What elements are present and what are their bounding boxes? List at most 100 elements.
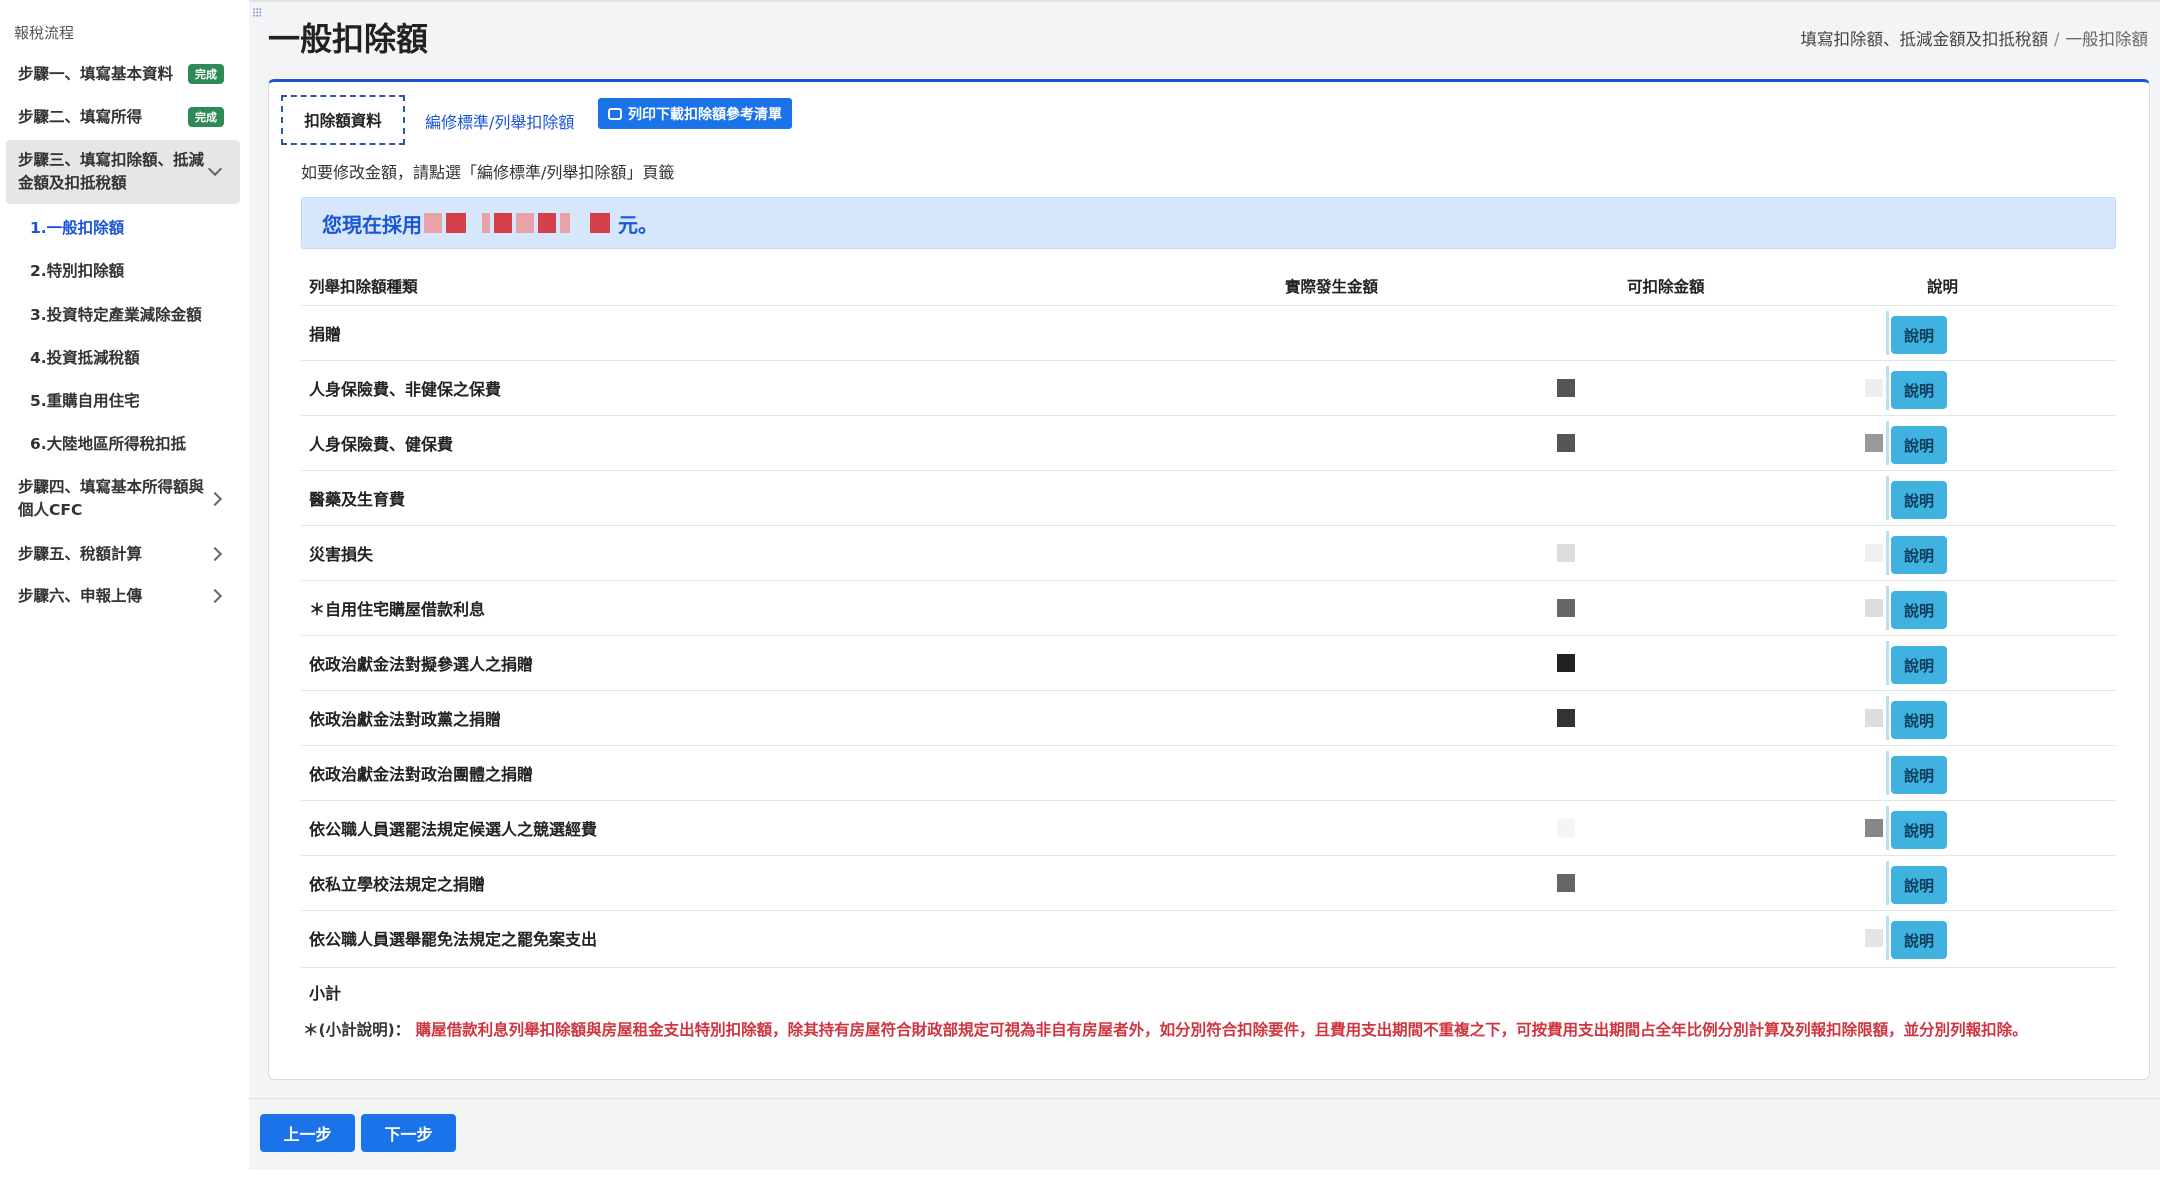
explain-button[interactable]: 說明 — [1891, 591, 1947, 629]
next-step-button[interactable]: 下一步 — [361, 1114, 456, 1152]
header-explain: 說明 — [1927, 278, 1959, 296]
sidebar-sub-item-investment-credit[interactable]: 4.投資抵減稅額 — [30, 346, 140, 368]
sidebar-step-5[interactable]: 步驟五、稅額計算 — [6, 540, 240, 568]
redacted-block — [1865, 819, 1883, 837]
explain-button[interactable]: 說明 — [1891, 426, 1947, 464]
table-row: 依私立學校法規定之捐贈 說明 — [301, 855, 2116, 910]
redacted-block — [538, 213, 556, 233]
sidebar-sub-item-general-deduction[interactable]: 1.一般扣除額 — [30, 216, 124, 238]
chevron-right-icon — [207, 546, 223, 562]
breadcrumb-separator: / — [2053, 30, 2060, 49]
deduction-category-label: 捐贈 — [309, 325, 342, 344]
redacted-block — [1865, 929, 1883, 947]
edit-hint: 如要修改金額，請點選「編修標準/列舉扣除額」頁籤 — [301, 163, 675, 182]
table-row: 依公職人員選罷法規定候選人之競選經費 說明 — [301, 800, 2116, 855]
table-row: 依政治獻金法對政治團體之捐贈 說明 — [301, 745, 2116, 800]
breadcrumb-parent[interactable]: 填寫扣除額、抵減金額及扣抵稅額 — [1800, 30, 2048, 49]
redacted-block — [494, 213, 512, 233]
redacted-block — [446, 213, 466, 233]
sidebar-step-3[interactable]: 步驟三、填寫扣除額、抵減金額及扣抵稅額 — [6, 140, 240, 204]
table-row: 人身保險費、非健保之保費 說明 — [301, 360, 2116, 415]
deduction-card: 扣除額資料 編修標準/列舉扣除額 列印下載扣除額參考清單 如要修改金額，請點選「… — [268, 79, 2150, 1080]
actual-amount-cell — [1511, 426, 1591, 460]
sidebar-step-5-label: 步驟五、稅額計算 — [18, 544, 143, 563]
deduction-category-label: 依政治獻金法對擬參選人之捐贈 — [309, 655, 534, 674]
deduction-summary-banner: 您現在採用 元。 — [301, 197, 2116, 249]
bottom-strip — [249, 1170, 2160, 1196]
explain-button[interactable]: 說明 — [1891, 866, 1947, 904]
redacted-block — [1865, 434, 1883, 452]
redacted-block — [516, 213, 534, 233]
deduction-category-label: ＊自用住宅購屋借款利息 — [309, 600, 486, 619]
subtotal-note-text: 購屋借款利息列舉扣除額與房屋租金支出特別扣除額，除其持有房屋符合財政部規定可視為… — [415, 1021, 2028, 1039]
status-badge: 完成 — [188, 64, 224, 84]
table-row: ＊自用住宅購屋借款利息 說明 — [301, 580, 2116, 635]
actual-amount-cell — [1511, 371, 1591, 405]
deduction-category-label: 人身保險費、非健保之保費 — [309, 380, 502, 399]
explain-button[interactable]: 說明 — [1891, 811, 1947, 849]
explain-button[interactable]: 說明 — [1891, 701, 1947, 739]
explain-button[interactable]: 說明 — [1891, 316, 1947, 354]
explain-indicator — [1886, 366, 1889, 410]
redacted-block — [1865, 709, 1883, 727]
explain-button[interactable]: 說明 — [1891, 371, 1947, 409]
explain-indicator — [1886, 311, 1889, 355]
table-row: 醫藥及生育費 說明 — [301, 470, 2116, 525]
explain-indicator — [1886, 861, 1889, 905]
actual-amount-cell — [1511, 756, 1591, 790]
redacted-block — [1557, 819, 1575, 837]
previous-step-button[interactable]: 上一步 — [260, 1114, 355, 1152]
sidebar-sub-item-repurchase-home[interactable]: 5.重購自用住宅 — [30, 389, 140, 411]
actual-amount-cell — [1511, 481, 1591, 515]
subtotal-label: 小計 — [309, 984, 342, 1003]
sidebar-sub-item-mainland-tax[interactable]: 6.大陸地區所得稅扣抵 — [30, 432, 186, 454]
actual-amount-cell — [1511, 701, 1591, 735]
deduction-category-label: 醫藥及生育費 — [309, 490, 406, 509]
deduction-category-label: 依公職人員選舉罷免法規定之罷免案支出 — [309, 930, 598, 949]
actual-amount-cell — [1511, 866, 1591, 900]
breadcrumb: 填寫扣除額、抵減金額及扣抵稅額 / 一般扣除額 — [1800, 26, 2148, 50]
explain-indicator — [1886, 916, 1889, 960]
sidebar-step-1[interactable]: 步驟一、填寫基本資料 完成 — [6, 60, 240, 88]
explain-button[interactable]: 說明 — [1891, 921, 1947, 959]
explain-button[interactable]: 說明 — [1891, 646, 1947, 684]
explain-button[interactable]: 說明 — [1891, 756, 1947, 794]
redacted-block — [560, 213, 570, 233]
print-download-label: 列印下載扣除額參考清單 — [628, 106, 782, 123]
redacted-block — [1557, 599, 1575, 617]
explain-indicator — [1886, 806, 1889, 850]
deduction-category-label: 依政治獻金法對政黨之捐贈 — [309, 710, 502, 729]
actual-amount-cell — [1511, 921, 1591, 955]
sidebar-step-6-label: 步驟六、申報上傳 — [18, 586, 143, 605]
explain-indicator — [1886, 641, 1889, 685]
subtotal-note-label: ＊(小計說明)： — [303, 1021, 411, 1039]
drag-handle-icon[interactable]: ⁝⁝⁝ — [252, 6, 262, 21]
chevron-right-icon — [207, 588, 223, 604]
footer-divider — [249, 1098, 2160, 1099]
sidebar-sub-item-special-deduction[interactable]: 2.特別扣除額 — [30, 259, 124, 281]
explain-button[interactable]: 說明 — [1891, 481, 1947, 519]
redacted-block — [1865, 599, 1883, 617]
sidebar-step-3-label: 步驟三、填寫扣除額、抵減金額及扣抵稅額 — [18, 151, 205, 192]
deduction-category-label: 依私立學校法規定之捐贈 — [309, 875, 486, 894]
tab-deduction-data[interactable]: 扣除額資料 — [281, 95, 405, 145]
status-badge: 完成 — [188, 107, 224, 127]
sidebar-step-6[interactable]: 步驟六、申報上傳 — [6, 582, 240, 610]
print-download-button[interactable]: 列印下載扣除額參考清單 — [598, 98, 792, 129]
sidebar-step-4[interactable]: 步驟四、填寫基本所得額與個人CFC — [6, 474, 240, 524]
sidebar-step-2[interactable]: 步驟二、填寫所得 完成 — [6, 103, 240, 131]
subtotal-row: 小計 — [301, 967, 2116, 1011]
tab-edit-deduction[interactable]: 編修標準/列舉扣除額 — [425, 109, 574, 133]
subtotal-note: ＊(小計說明)： 購屋借款利息列舉扣除額與房屋租金支出特別扣除額，除其持有房屋符… — [303, 1018, 2028, 1040]
actual-amount-cell — [1511, 591, 1591, 625]
explain-indicator — [1886, 531, 1889, 575]
chevron-right-icon — [207, 491, 223, 507]
explain-button[interactable]: 說明 — [1891, 536, 1947, 574]
explain-indicator — [1886, 421, 1889, 465]
redacted-block — [590, 213, 610, 233]
explain-indicator — [1886, 696, 1889, 740]
redacted-block — [424, 213, 442, 233]
sidebar-sub-item-investment-industry[interactable]: 3.投資特定產業減除金額 — [30, 303, 202, 325]
table-header: 列舉扣除額種類 實際發生金額 可扣除金額 說明 — [301, 265, 2116, 305]
redacted-block — [1557, 654, 1575, 672]
